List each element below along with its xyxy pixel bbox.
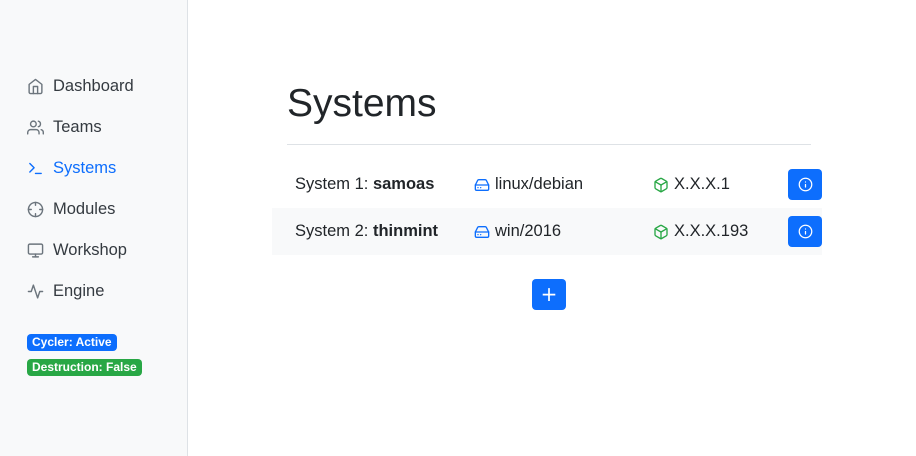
system-prefix: System 1:	[295, 175, 373, 193]
home-icon	[27, 78, 44, 95]
system-ip-label: X.X.X.193	[674, 222, 749, 240]
sidebar-item-workshop[interactable]: Workshop	[0, 230, 188, 271]
table-row: System 1: samoas linux/debian X.X.X.1	[272, 161, 822, 208]
system-os: linux/debian	[474, 175, 583, 194]
sidebar-item-label: Modules	[53, 200, 116, 218]
main-content: Systems System 1: samoas linux/debian X.…	[188, 0, 916, 456]
title-divider	[287, 144, 811, 145]
system-os-label: linux/debian	[495, 175, 584, 193]
sidebar-item-modules[interactable]: Modules	[0, 189, 188, 230]
system-os-label: win/2016	[495, 222, 562, 240]
hard-drive-icon	[474, 178, 490, 191]
system-info-button[interactable]	[788, 216, 822, 247]
system-info-button[interactable]	[788, 169, 822, 200]
systems-table: System 1: samoas linux/debian X.X.X.1 Sy…	[272, 161, 822, 255]
sidebar-item-dashboard[interactable]: Dashboard	[0, 66, 188, 107]
system-name: System 2: thinmint	[295, 222, 438, 241]
sidebar-item-label: Dashboard	[53, 77, 134, 95]
system-ip-label: X.X.X.1	[674, 175, 730, 193]
box-icon	[654, 177, 668, 192]
sidebar-item-systems[interactable]: Systems	[0, 148, 188, 189]
sidebar-item-label: Systems	[53, 159, 117, 177]
hard-drive-icon	[474, 225, 490, 238]
system-hostname: samoas	[372, 175, 435, 193]
sidebar-item-engine[interactable]: Engine	[0, 271, 188, 312]
activity-icon	[27, 283, 44, 300]
info-icon	[798, 224, 812, 239]
page-title: Systems	[287, 82, 437, 125]
sidebar: Dashboard Teams Systems Modules Workshop	[0, 0, 188, 456]
sidebar-item-teams[interactable]: Teams	[0, 107, 188, 148]
users-icon	[27, 119, 44, 136]
sidebar-item-label: Workshop	[53, 241, 127, 259]
system-name: System 1: samoas	[295, 175, 434, 194]
system-ip: X.X.X.1	[653, 175, 730, 194]
crosshair-icon	[27, 201, 44, 218]
sidebar-nav: Dashboard Teams Systems Modules Workshop	[0, 66, 188, 312]
system-os: win/2016	[474, 222, 561, 241]
status-badges: Cycler: Active Destruction: False	[27, 333, 142, 383]
box-icon	[654, 224, 668, 239]
terminal-icon	[27, 160, 44, 177]
info-icon	[798, 177, 812, 192]
sidebar-item-label: Teams	[53, 118, 102, 136]
cycler-status-badge: Cycler: Active	[27, 334, 117, 351]
table-row: System 2: thinmint win/2016 X.X.X.193	[272, 208, 822, 255]
system-prefix: System 2:	[295, 222, 373, 240]
system-ip: X.X.X.193	[653, 222, 748, 241]
add-system-button[interactable]: +	[532, 279, 566, 310]
system-hostname: thinmint	[372, 222, 439, 240]
sidebar-item-label: Engine	[53, 282, 105, 300]
destruction-status-badge: Destruction: False	[27, 359, 142, 376]
monitor-icon	[27, 242, 44, 259]
